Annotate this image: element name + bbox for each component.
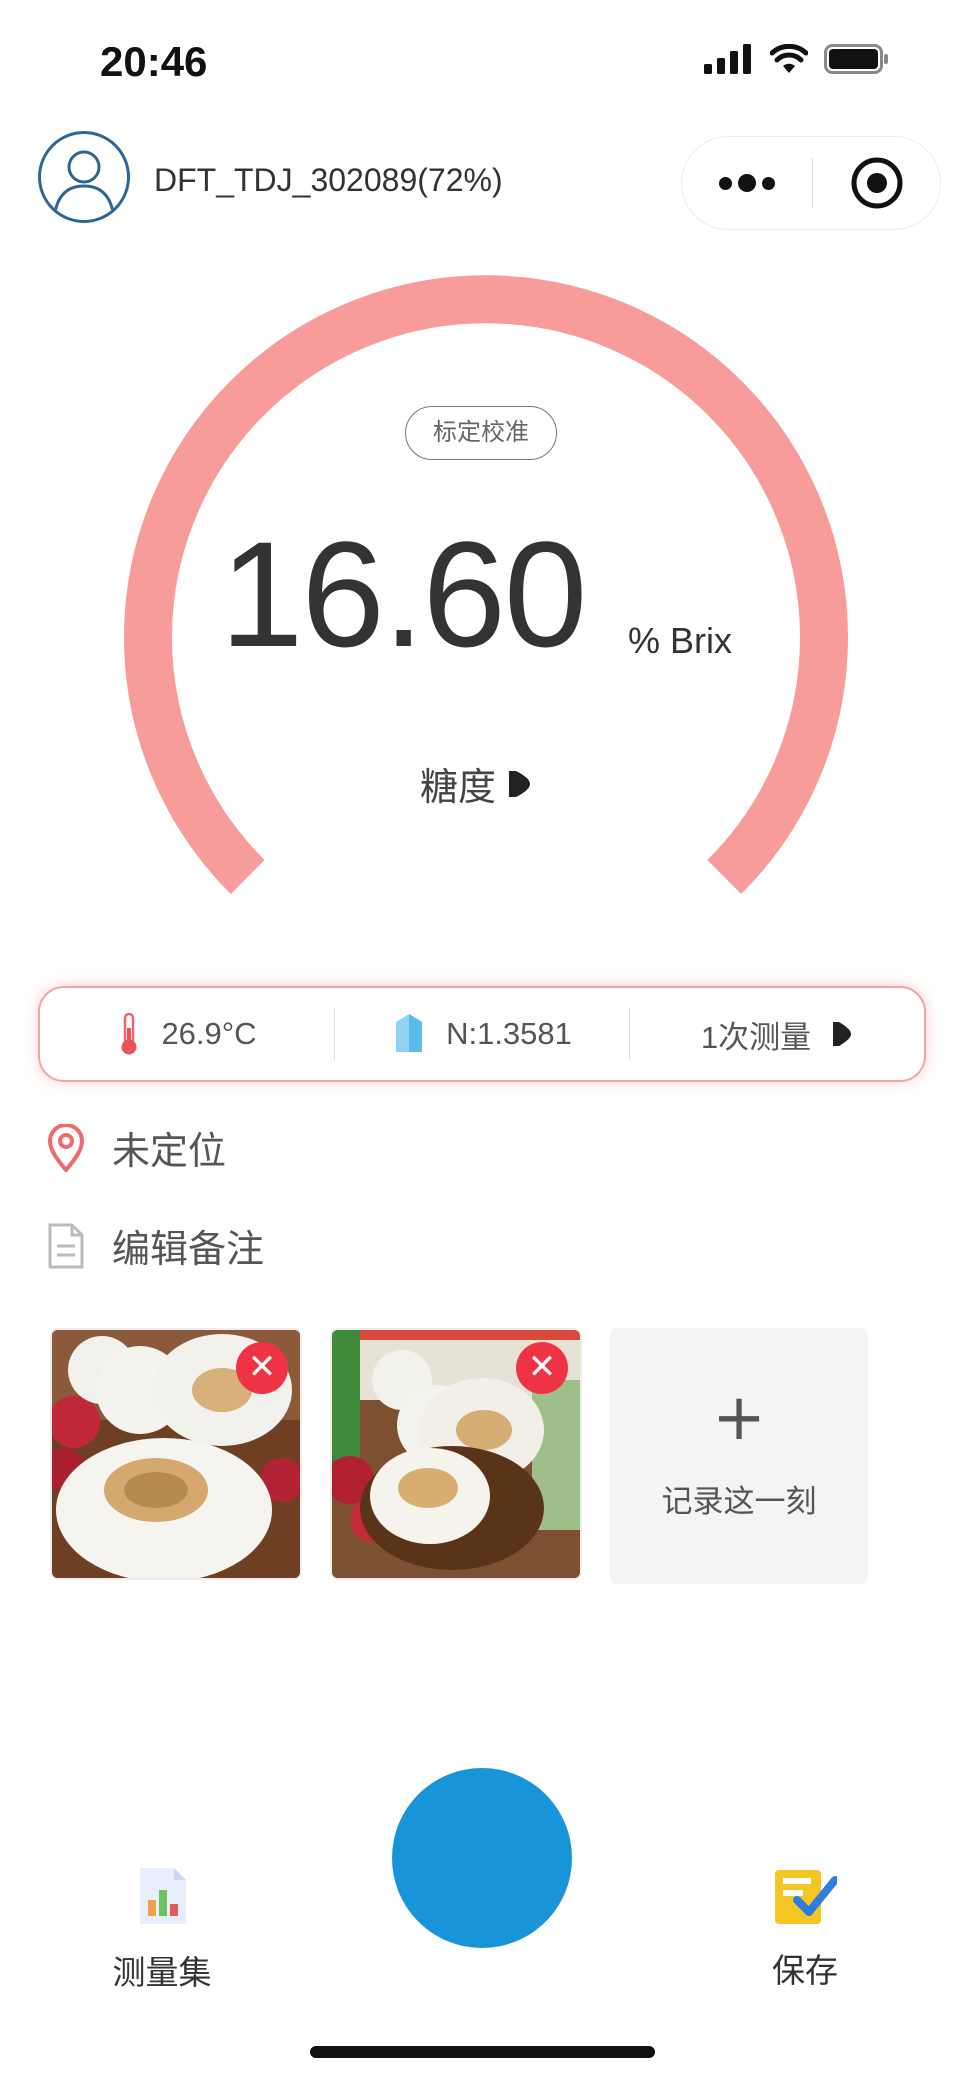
location-pin-icon [47,1123,85,1172]
delete-photo-icon[interactable]: ✕ [236,1342,288,1394]
location-label: 未定位 [112,1129,227,1173]
save-tab[interactable]: 保存 [725,1864,885,1992]
calibrate-button[interactable]: 标定校准 [405,406,557,460]
temperature-cell: 26.9°C [40,1012,334,1056]
wifi-icon [770,44,808,73]
signal-icon [704,44,751,74]
measure-count-value: 1次测量 [700,1019,812,1055]
save-label: 保存 [772,1951,838,1990]
thermometer-icon [121,1012,137,1055]
measurement-set-label: 测量集 [112,1953,212,1992]
more-dots-icon[interactable] [682,137,812,229]
mode-label: 糖度 [420,765,497,809]
mode-switch[interactable]: 糖度 [420,756,532,811]
user-avatar-icon[interactable] [38,131,130,223]
add-photo-label: 记录这一刻 [661,1484,817,1520]
prism-icon [396,1014,423,1052]
play-arrow-icon [833,1022,852,1046]
brix-reading: 16.60 [220,510,587,678]
note-row[interactable]: 编辑备注 [46,1218,264,1273]
plus-icon: + [712,1381,766,1455]
note-label: 编辑备注 [112,1227,265,1271]
refractive-index-value: N:1.3581 [446,1016,572,1051]
photo-thumbnail[interactable]: ✕ [330,1328,582,1580]
temperature-value: 26.9°C [161,1016,257,1051]
status-icons [704,44,890,74]
measure-count-cell[interactable]: 1次测量 [630,1012,924,1057]
measurement-set-tab[interactable]: 测量集 [82,1864,242,1994]
home-indicator[interactable] [310,2046,655,2058]
battery-icon [824,44,888,74]
photo-thumbnail[interactable]: ✕ [50,1328,302,1580]
add-photo-button[interactable]: + 记录这一刻 [610,1328,868,1584]
report-chart-icon [140,1868,186,1924]
device-name[interactable]: DFT_TDJ_302089(72%) [154,162,503,199]
measure-button[interactable] [392,1768,572,1948]
document-icon [48,1223,84,1268]
target-circle-icon[interactable] [813,156,940,210]
reading-unit: % Brix [628,620,733,661]
play-arrow-icon [509,770,531,797]
save-check-icon [775,1870,839,1924]
measurement-info-bar: 26.9°C N:1.3581 1次测量 [38,986,926,1082]
location-row[interactable]: 未定位 [46,1120,226,1175]
status-time: 20:46 [100,38,208,85]
delete-photo-icon[interactable]: ✕ [516,1342,568,1394]
mini-program-capsule [681,136,941,230]
refractive-index-cell: N:1.3581 [335,1012,629,1056]
